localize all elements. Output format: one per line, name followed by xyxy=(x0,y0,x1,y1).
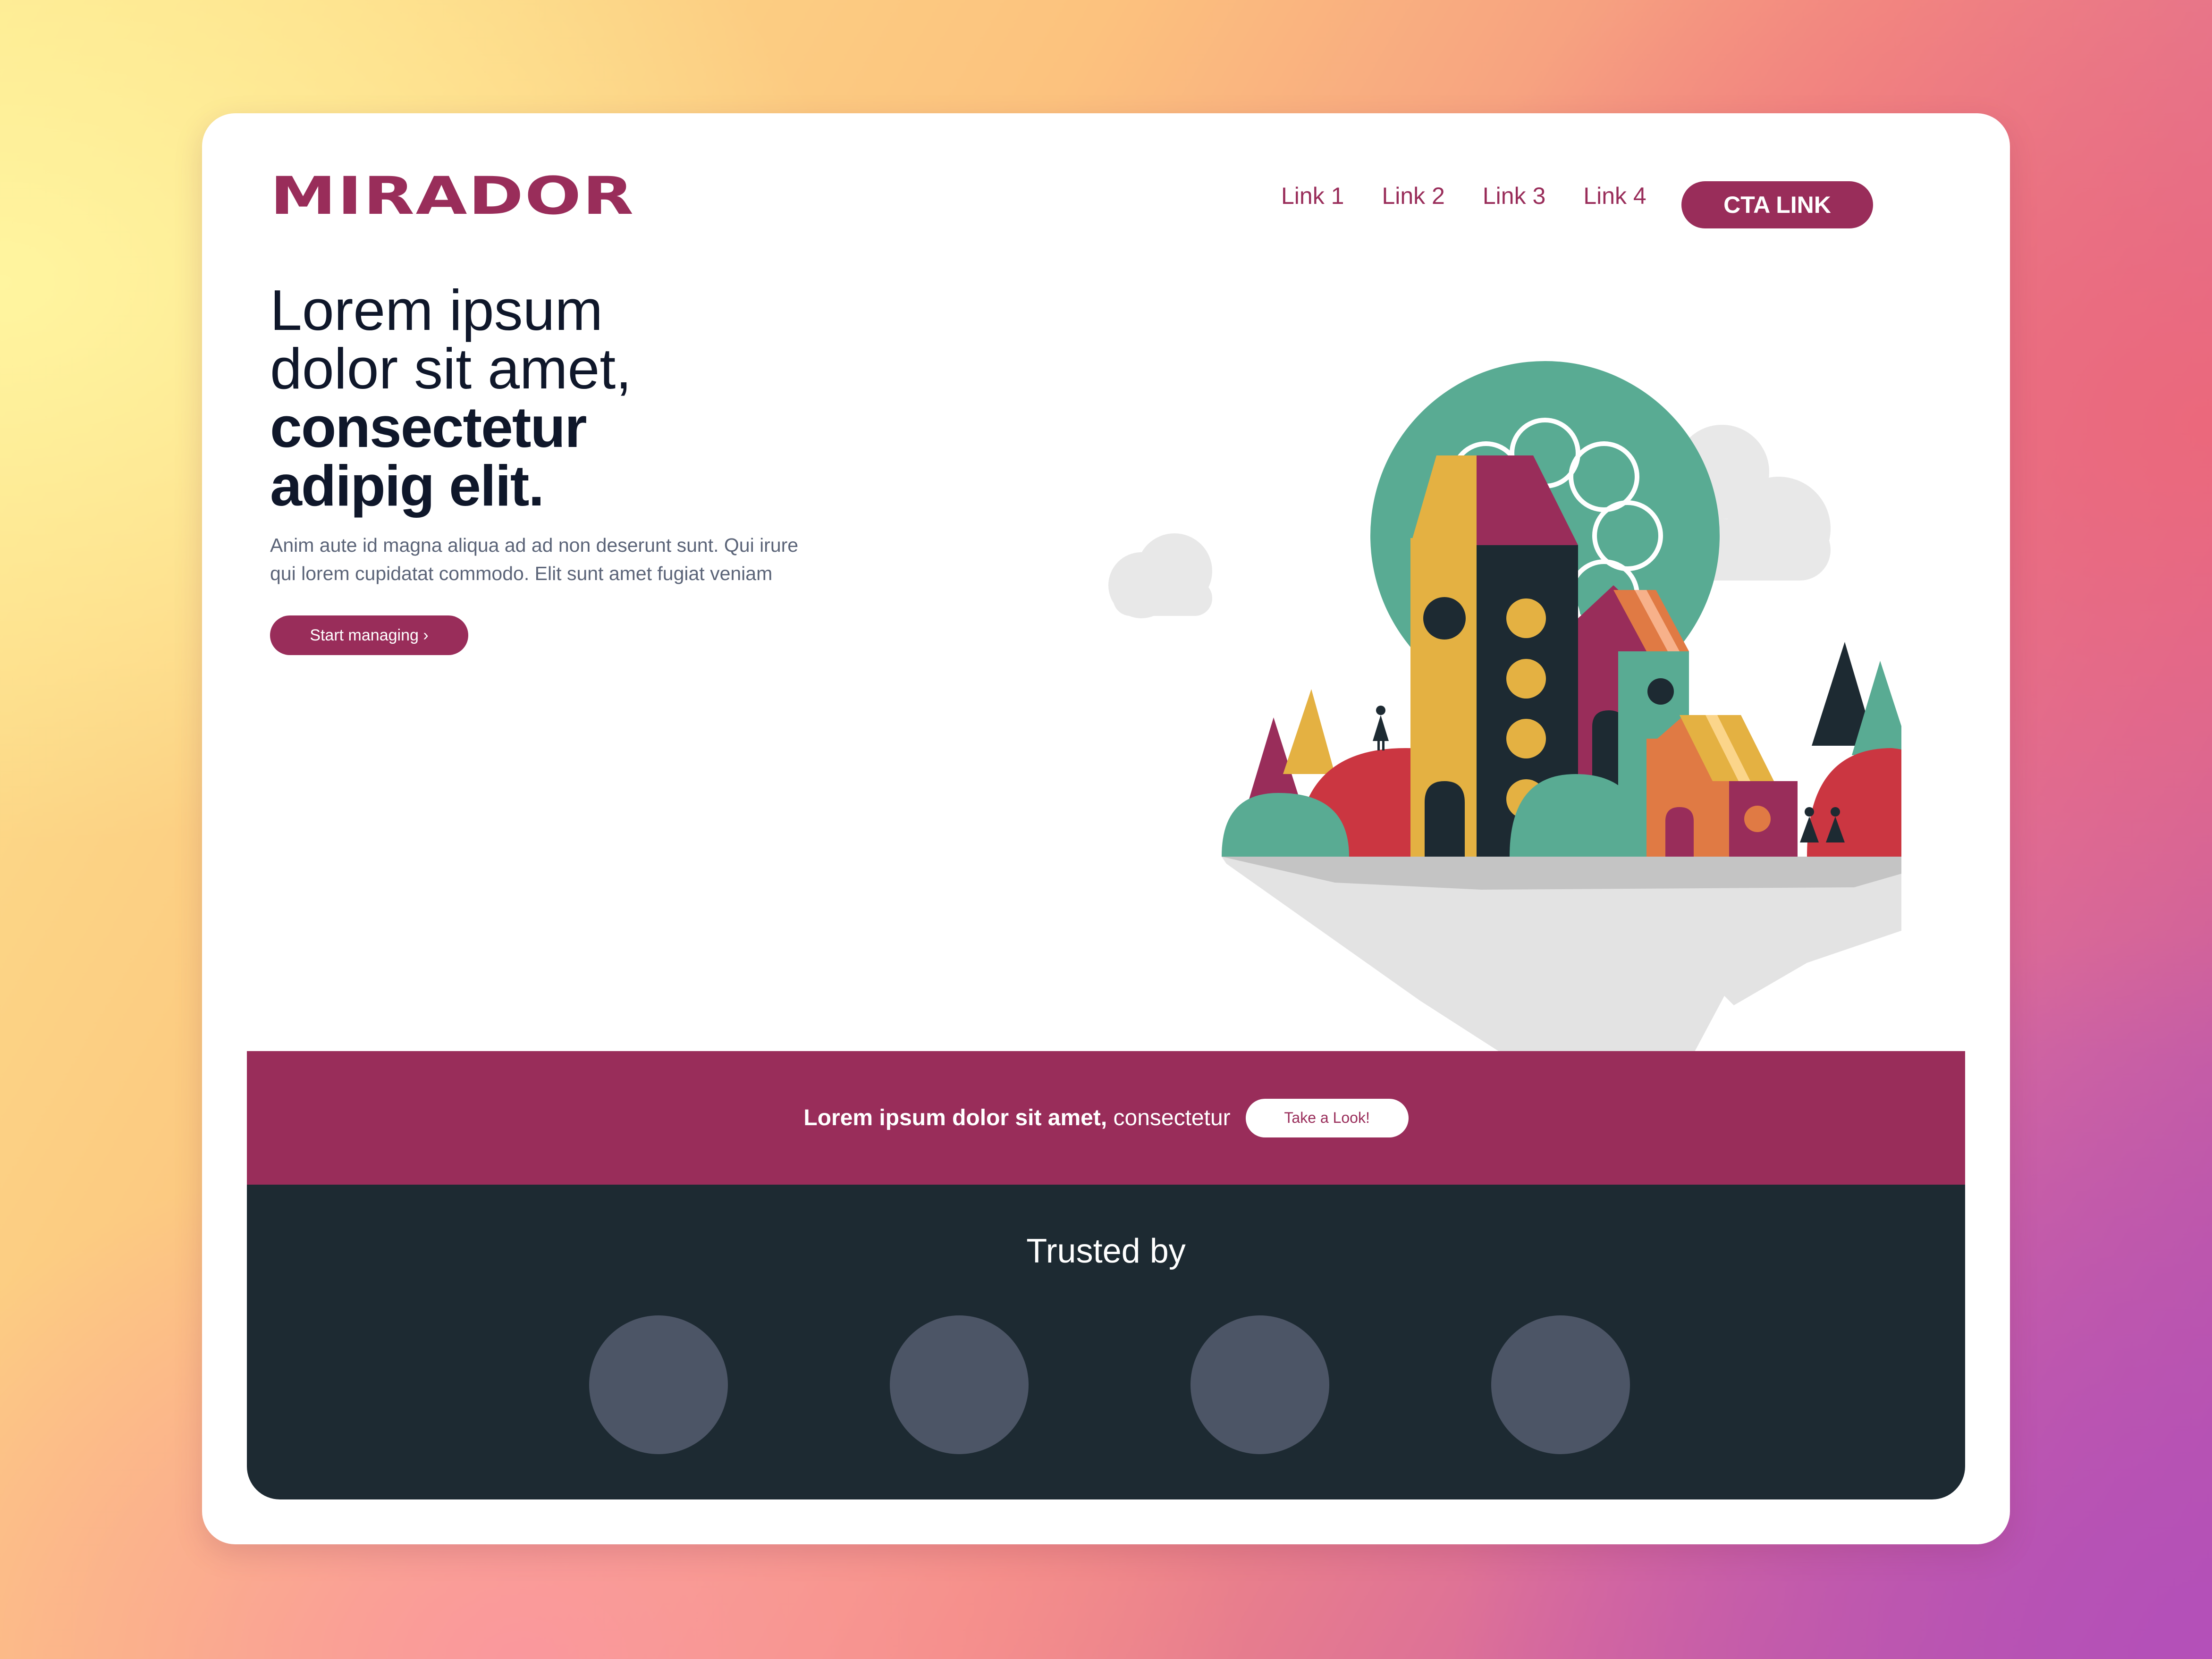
hero-title-line-2: dolor sit amet, xyxy=(270,337,632,401)
partner-logo-placeholder xyxy=(890,1315,1029,1454)
trusted-by-section: Trusted by xyxy=(247,1185,1965,1499)
hero-subtitle: Anim aute id magna aliqua ad ad non dese… xyxy=(270,534,799,584)
main-nav: Link 1 Link 2 Link 3 Link 4 xyxy=(1281,182,1684,210)
partner-logo-placeholder xyxy=(1491,1315,1630,1454)
cloud-left xyxy=(1108,533,1212,618)
nav-link-2[interactable]: Link 2 xyxy=(1382,182,1444,210)
tower-door xyxy=(1425,781,1465,857)
tower-window-2 xyxy=(1506,659,1546,699)
tree-yellow-triangle xyxy=(1283,689,1335,774)
tower-round-window xyxy=(1423,597,1466,640)
take-a-look-button[interactable]: Take a Look! xyxy=(1245,1098,1409,1137)
nav-link-3[interactable]: Link 3 xyxy=(1483,182,1545,210)
banner-text: Lorem ipsum dolor sit amet, consectetur xyxy=(803,1105,1230,1131)
hill-red-right xyxy=(1807,748,1901,857)
hero-title-line-4: adipig elit. xyxy=(270,454,544,518)
tower-window-3 xyxy=(1506,719,1546,758)
hero-title: Lorem ipsum dolor sit amet, consectetur … xyxy=(270,281,884,515)
cta-banner: Lorem ipsum dolor sit amet, consectetur … xyxy=(247,1051,1965,1185)
tower-window-1 xyxy=(1506,598,1546,638)
floating-island-illustration xyxy=(1108,361,1901,1142)
orange-house-door xyxy=(1665,807,1694,857)
shop-window xyxy=(1744,806,1771,832)
partner-logos xyxy=(247,1315,1965,1457)
teal-house-window xyxy=(1647,678,1674,705)
trusted-by-title: Trusted by xyxy=(1026,1232,1186,1270)
hero-title-line-1: Lorem ipsum xyxy=(270,278,603,342)
start-managing-button[interactable]: Start managing › xyxy=(270,615,468,655)
partner-logo-placeholder xyxy=(1190,1315,1329,1454)
partner-logo-placeholder xyxy=(589,1315,728,1454)
cta-link-button[interactable]: CTA LINK xyxy=(1681,181,1873,228)
banner-text-bold: Lorem ipsum dolor sit amet, xyxy=(803,1105,1107,1130)
brand-logo[interactable]: MIRADOR xyxy=(270,170,635,222)
nav-link-4[interactable]: Link 4 xyxy=(1583,182,1646,210)
hero-title-line-3: consectetur xyxy=(270,395,587,459)
banner-text-regular: consectetur xyxy=(1107,1105,1231,1130)
landing-page-card: MIRADOR Link 1 Link 2 Link 3 Link 4 CTA … xyxy=(202,113,2010,1544)
nav-link-1[interactable]: Link 1 xyxy=(1281,182,1344,210)
person-silhouette-left xyxy=(1373,706,1389,750)
